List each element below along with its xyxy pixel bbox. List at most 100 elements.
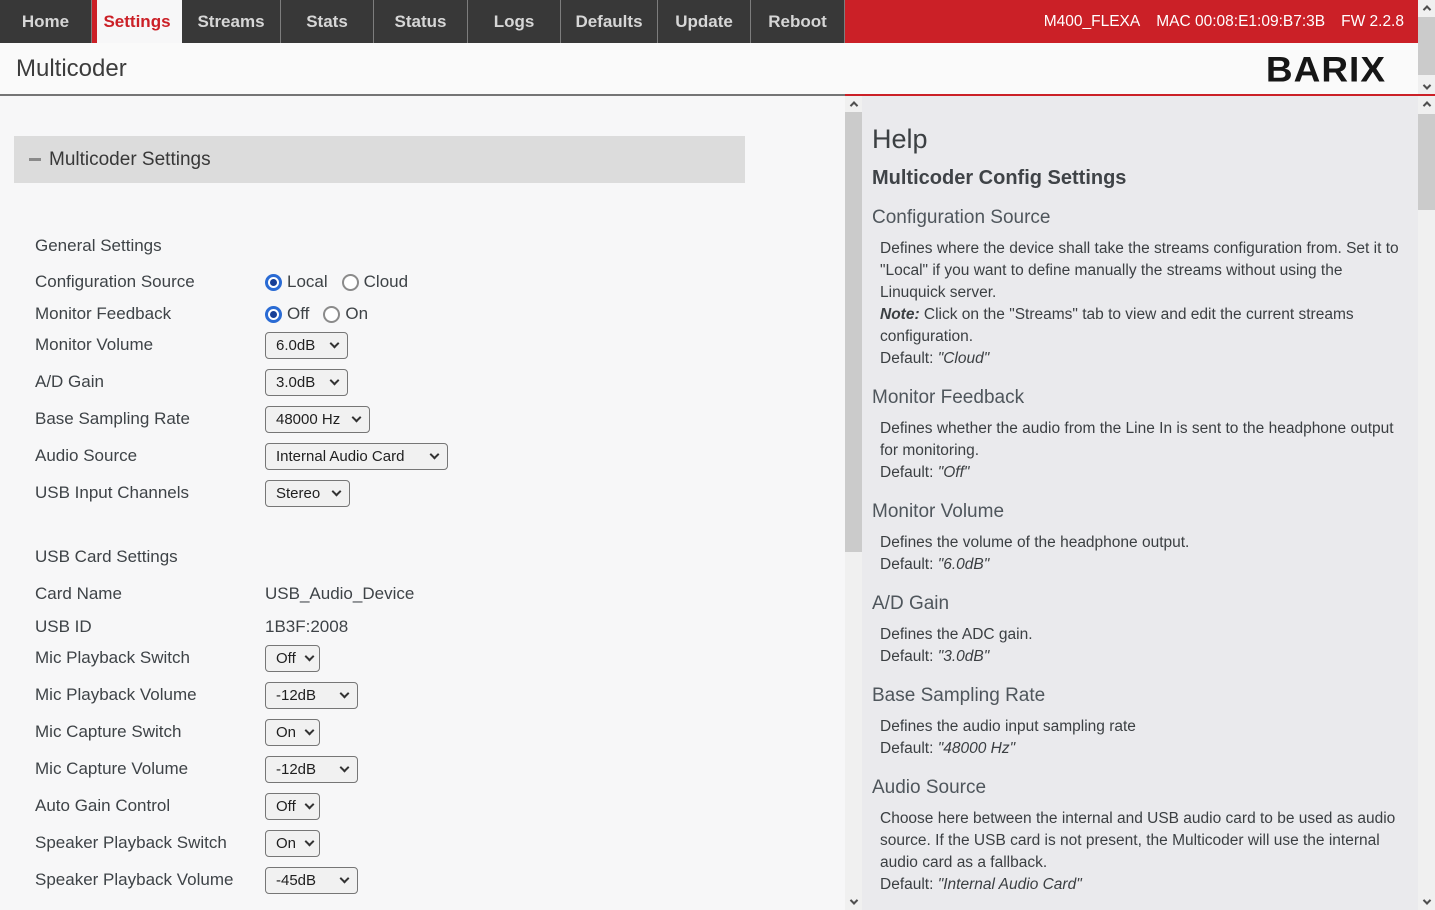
row-card-name: Card Name USB_Audio_Device [35, 580, 815, 608]
monitor-feedback-label: Monitor Feedback [35, 304, 265, 324]
scroll-thumb[interactable] [1418, 114, 1435, 210]
page: Home Settings Streams Stats Status Logs … [0, 0, 1435, 910]
help-text: Defines the audio input sampling rate [880, 716, 1400, 738]
scroll-down-button[interactable] [845, 894, 862, 910]
help-heading: Monitor Feedback [872, 387, 1400, 409]
mic-playback-volume-select[interactable]: -12dB [265, 682, 358, 709]
row-mic-playback-switch: Mic Playback Switch Off [35, 644, 815, 672]
scroll-down-button[interactable] [1418, 79, 1435, 95]
row-monitor-volume: Monitor Volume 6.0dB [35, 331, 815, 359]
help-frame-scrollbar[interactable] [1418, 96, 1435, 910]
row-usb-input-channels: USB Input Channels Stereo [35, 479, 815, 507]
note-text: Click on the "Streams" tab to view and e… [880, 306, 1354, 345]
radio-option-off[interactable]: Off [265, 304, 309, 324]
radio-cloud-icon[interactable] [342, 274, 359, 291]
usb-card-settings-group-title: USB Card Settings [35, 547, 178, 567]
chevron-down-icon [1422, 81, 1430, 89]
scroll-track[interactable] [1418, 16, 1435, 79]
radio-on-icon[interactable] [323, 306, 340, 323]
radio-cloud-label: Cloud [364, 272, 408, 292]
row-auto-gain-control: Auto Gain Control Off [35, 792, 815, 820]
scroll-down-button[interactable] [1418, 894, 1435, 910]
row-monitor-feedback: Monitor Feedback Off On [35, 300, 815, 328]
row-speaker-playback-switch: Speaker Playback Switch On [35, 829, 815, 857]
chevron-up-icon [1422, 5, 1430, 13]
nav-tab-status[interactable]: Status [374, 0, 468, 43]
mic-playback-switch-select[interactable]: Off [265, 645, 320, 672]
scroll-track[interactable] [845, 112, 862, 894]
help-section-monitor-volume: Monitor Volume Defines the volume of the… [872, 501, 1400, 576]
row-usb-id: USB ID 1B3F:2008 [35, 613, 815, 641]
chevron-down-icon [352, 412, 362, 422]
chevron-down-icon [305, 836, 315, 846]
multicoder-settings-panel-header[interactable]: Multicoder Settings [14, 136, 745, 183]
radio-local-selected-icon[interactable] [265, 274, 282, 291]
top-frame-scrollbar[interactable] [1418, 0, 1435, 95]
scroll-up-button[interactable] [1418, 0, 1435, 16]
chevron-up-icon [1422, 101, 1430, 109]
device-info-bar: M400_FLEXA MAC 00:08:E1:09:B7:3B FW 2.2.… [845, 0, 1418, 43]
nav-tab-settings[interactable]: Settings [92, 0, 182, 43]
usb-id-label: USB ID [35, 617, 265, 637]
help-default: Default: "48000 Hz" [880, 738, 1400, 760]
help-text: Defines the ADC gain. [880, 624, 1400, 646]
monitor-volume-select[interactable]: 6.0dB [265, 332, 348, 359]
mic-capture-switch-select[interactable]: On [265, 719, 320, 746]
help-body: Defines the volume of the headphone outp… [880, 532, 1400, 576]
default-label: Default: [880, 876, 933, 893]
help-section-audio-source: Audio Source Choose here between the int… [872, 777, 1400, 896]
chevron-down-icon [304, 651, 314, 661]
mic-capture-switch-value: On [276, 724, 296, 741]
row-audio-source: Audio Source Internal Audio Card [35, 442, 815, 470]
settings-frame-scrollbar[interactable] [845, 96, 862, 910]
nav-tab-reboot[interactable]: Reboot [751, 0, 845, 43]
mic-playback-switch-value: Off [276, 650, 296, 667]
nav-tab-update[interactable]: Update [658, 0, 751, 43]
nav-tab-logs[interactable]: Logs [468, 0, 561, 43]
radio-off-label: Off [287, 304, 309, 324]
chevron-down-icon [430, 449, 440, 459]
row-mic-capture-switch: Mic Capture Switch On [35, 718, 815, 746]
nav-tab-home[interactable]: Home [0, 0, 92, 43]
nav-tab-defaults[interactable]: Defaults [561, 0, 658, 43]
nav-tab-stats[interactable]: Stats [281, 0, 374, 43]
audio-source-select[interactable]: Internal Audio Card [265, 443, 448, 470]
chevron-down-icon [330, 375, 340, 385]
ad-gain-value: 3.0dB [276, 374, 315, 391]
chevron-down-icon [304, 799, 314, 809]
chevron-down-icon [1422, 896, 1430, 904]
radio-option-cloud[interactable]: Cloud [342, 272, 408, 292]
note-label: Note: [880, 306, 920, 323]
speaker-playback-volume-select[interactable]: -45dB [265, 867, 358, 894]
row-configuration-source: Configuration Source Local Cloud [35, 268, 815, 296]
default-label: Default: [880, 556, 933, 573]
radio-option-on[interactable]: On [323, 304, 368, 324]
chevron-down-icon [340, 873, 350, 883]
scroll-up-button[interactable] [1418, 96, 1435, 112]
scroll-thumb[interactable] [1418, 17, 1435, 75]
scroll-track[interactable] [1418, 112, 1435, 894]
radio-off-selected-icon[interactable] [265, 306, 282, 323]
speaker-playback-switch-label: Speaker Playback Switch [35, 833, 265, 853]
help-default: Default: "3.0dB" [880, 646, 1400, 668]
auto-gain-control-label: Auto Gain Control [35, 796, 265, 816]
help-default: Default: "Cloud" [880, 348, 1400, 370]
chevron-down-icon [330, 338, 340, 348]
auto-gain-control-select[interactable]: Off [265, 793, 320, 820]
help-heading: Base Sampling Rate [872, 685, 1400, 707]
collapse-minus-icon[interactable] [29, 158, 41, 161]
usb-id-value: 1B3F:2008 [265, 617, 348, 637]
radio-option-local[interactable]: Local [265, 272, 328, 292]
speaker-playback-switch-select[interactable]: On [265, 830, 320, 857]
help-section-configuration-source: Configuration Source Defines where the d… [872, 207, 1400, 370]
scroll-up-button[interactable] [845, 96, 862, 112]
usb-input-channels-label: USB Input Channels [35, 483, 265, 503]
usb-input-channels-select[interactable]: Stereo [265, 480, 350, 507]
monitor-volume-value: 6.0dB [276, 337, 315, 354]
nav-tab-streams[interactable]: Streams [182, 0, 281, 43]
base-sampling-rate-select[interactable]: 48000 Hz [265, 406, 370, 433]
ad-gain-select[interactable]: 3.0dB [265, 369, 348, 396]
scroll-thumb[interactable] [845, 112, 862, 552]
mic-capture-volume-select[interactable]: -12dB [265, 756, 358, 783]
active-tab-accent [92, 0, 97, 43]
